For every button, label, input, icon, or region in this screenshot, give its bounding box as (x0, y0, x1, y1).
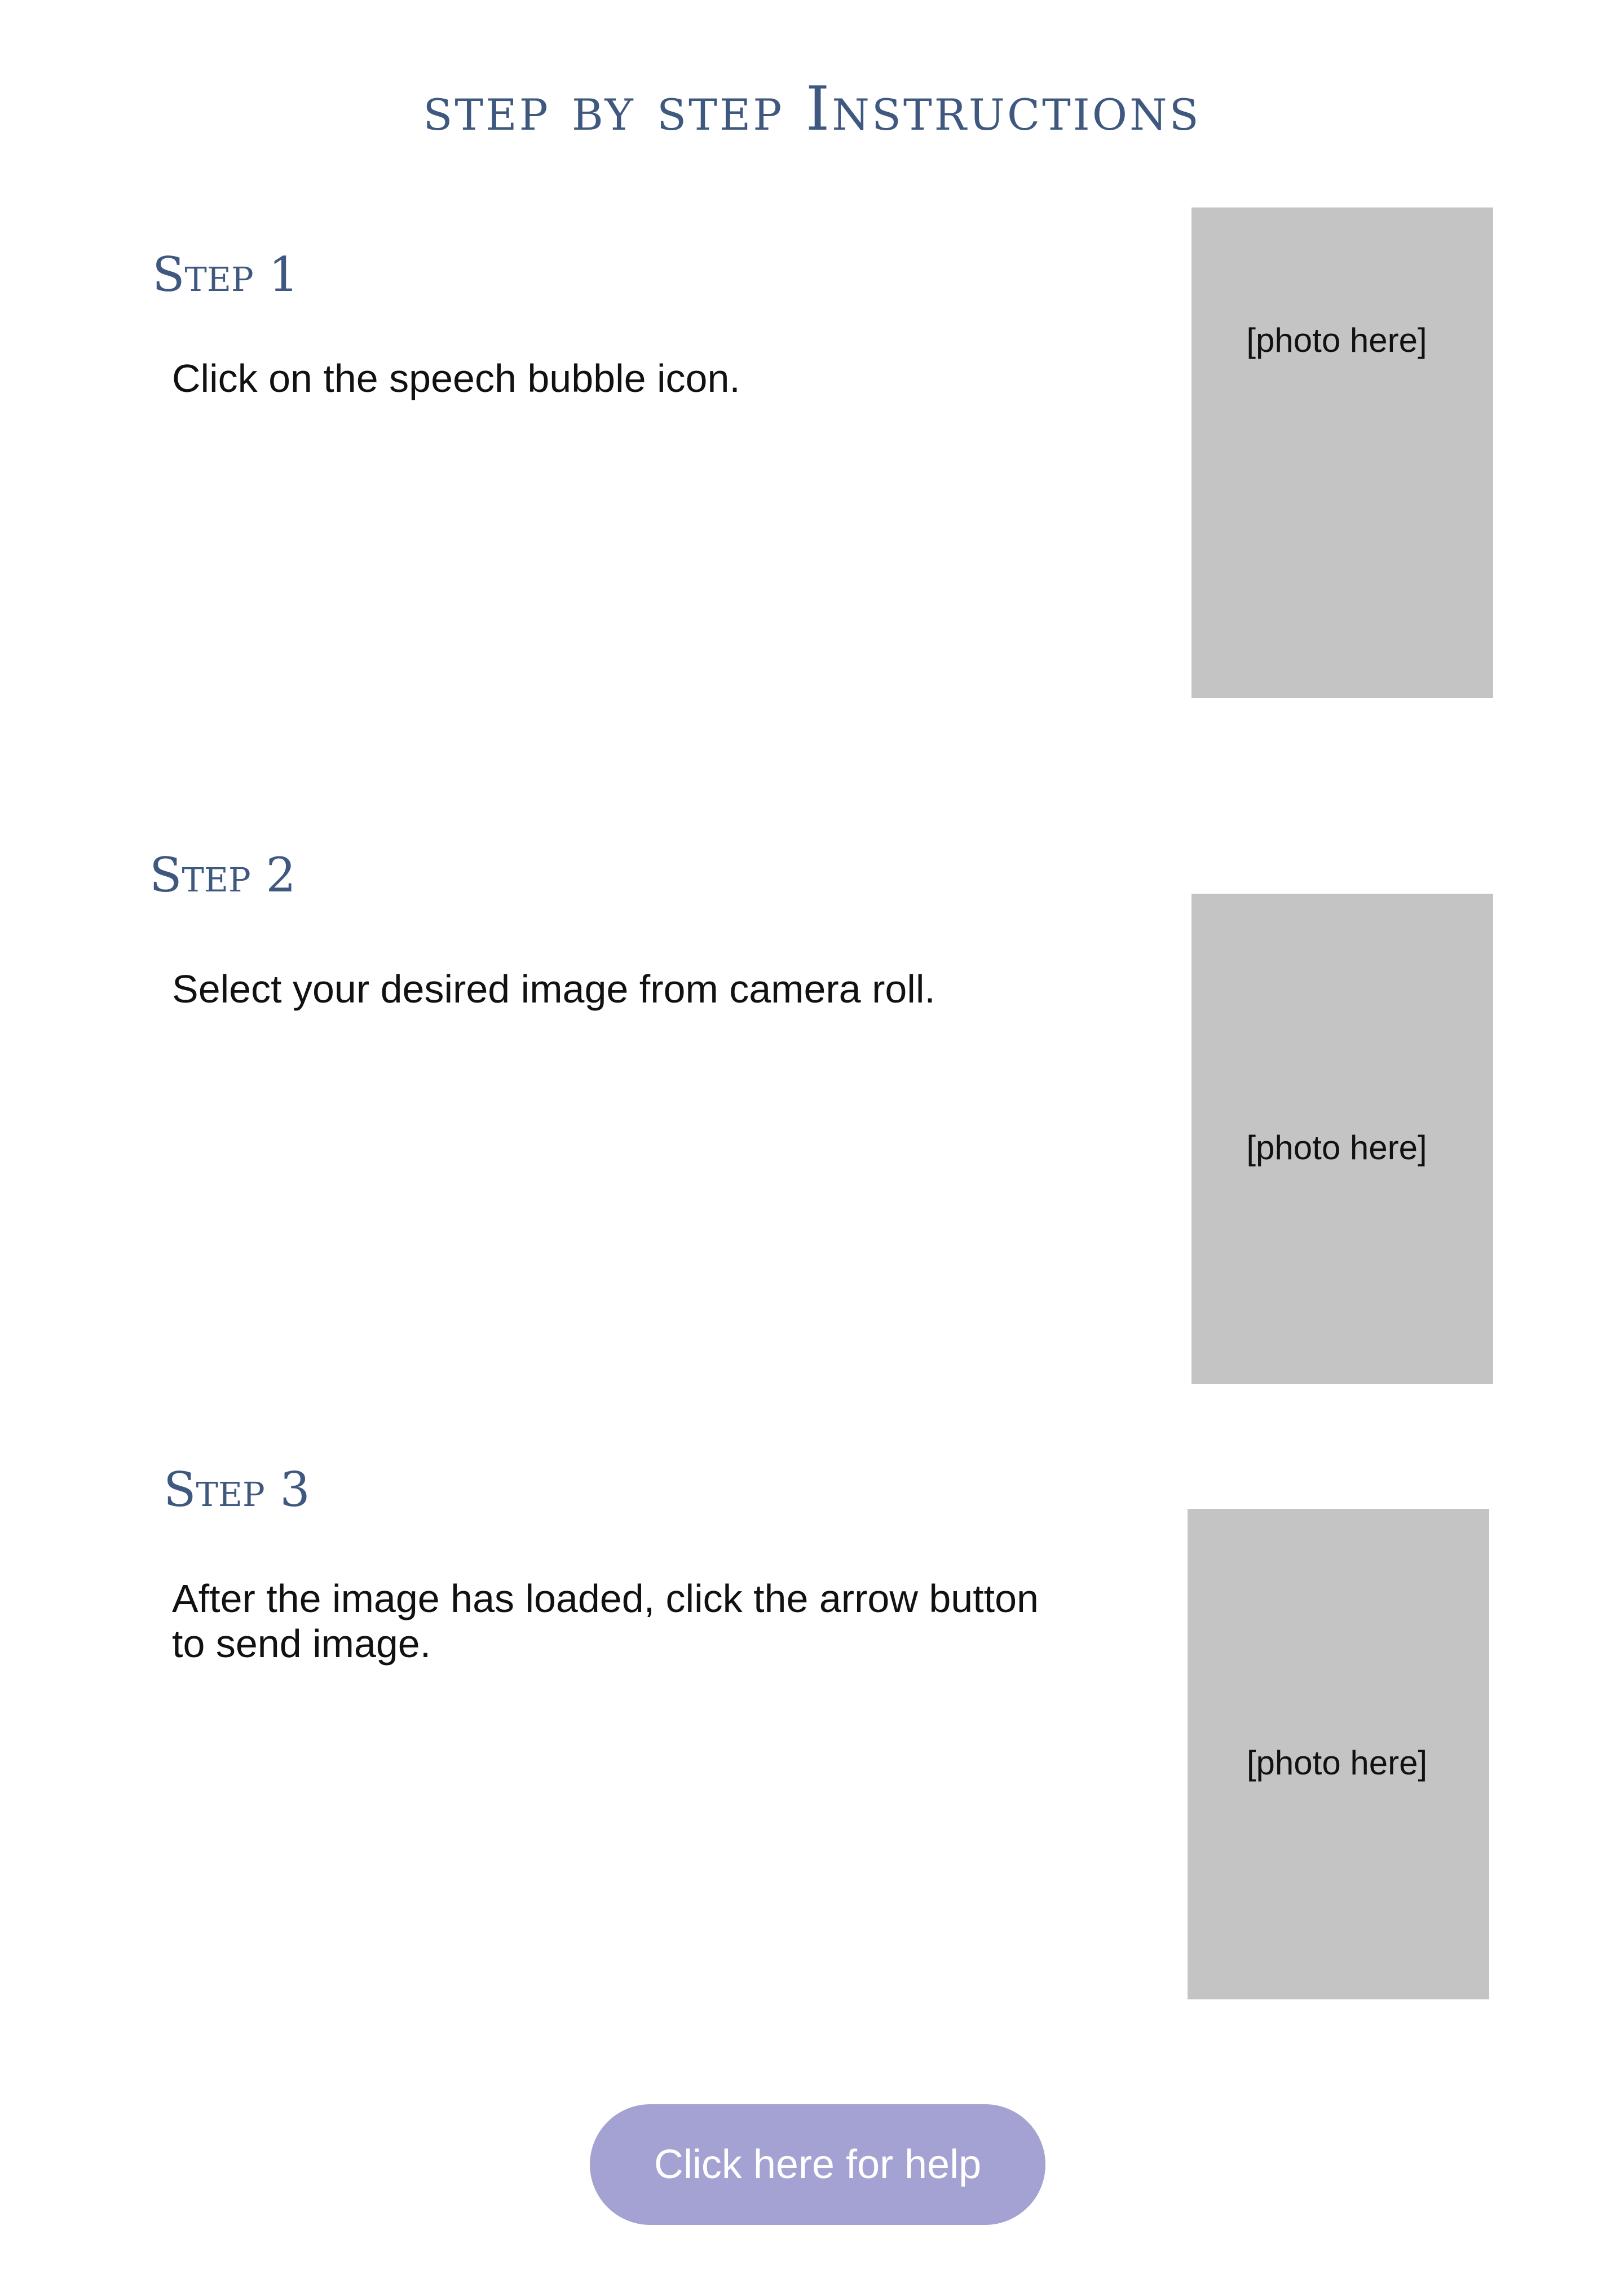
step-2-heading: Step 2 (149, 847, 296, 903)
step-1-photo-label: [photo here] (1246, 321, 1427, 359)
step-3-heading: Step 3 (164, 1462, 310, 1517)
step-1-heading: Step 1 (152, 247, 299, 302)
help-button-label: Click here for help (654, 2142, 982, 2187)
step-2-text: Select your desired image from camera ro… (172, 967, 935, 1011)
step-3-text: After the image has loaded, click the ar… (172, 1576, 1039, 1666)
help-button[interactable]: Click here for help (590, 2104, 1045, 2225)
step-1-text: Click on the speech bubble icon. (172, 356, 740, 400)
page-title: step by step Instructions (423, 74, 1201, 144)
step-2-photo-placeholder: [photo here] (1191, 894, 1493, 1384)
step-2-photo-label: [photo here] (1246, 1128, 1427, 1167)
step-3-photo-label: [photo here] (1246, 1743, 1428, 1782)
step-1-photo-placeholder: [photo here] (1191, 207, 1493, 698)
step-3-photo-placeholder: [photo here] (1188, 1509, 1489, 1999)
